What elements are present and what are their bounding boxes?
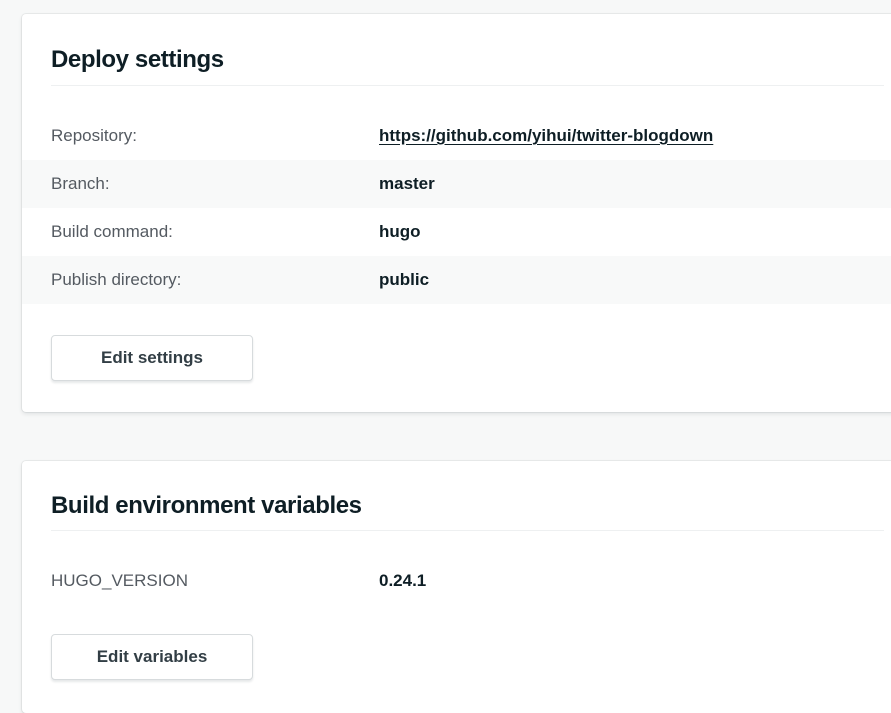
title-divider bbox=[51, 530, 884, 531]
repository-link[interactable]: https://github.com/yihui/twitter-blogdow… bbox=[379, 126, 713, 146]
branch-value: master bbox=[379, 174, 435, 193]
build-environment-card: Build environment variables HUGO_VERSION… bbox=[22, 461, 891, 713]
edit-variables-button[interactable]: Edit variables bbox=[51, 634, 253, 680]
edit-settings-button[interactable]: Edit settings bbox=[51, 335, 253, 381]
deploy-settings-title: Deploy settings bbox=[51, 46, 224, 73]
deploy-settings-card: Deploy settings Repository: https://gith… bbox=[22, 14, 891, 412]
setting-row-branch: Branch: master bbox=[22, 160, 891, 208]
build-environment-title: Build environment variables bbox=[51, 492, 362, 519]
build-command-value: hugo bbox=[379, 222, 421, 241]
env-variable-value: 0.24.1 bbox=[379, 571, 427, 590]
build-command-label: Build command: bbox=[51, 222, 173, 241]
setting-row-build-command: Build command: hugo bbox=[22, 208, 891, 256]
setting-row-repository: Repository: https://github.com/yihui/twi… bbox=[22, 112, 891, 160]
env-variable-name: HUGO_VERSION bbox=[51, 571, 188, 590]
title-divider bbox=[51, 85, 884, 86]
publish-directory-label: Publish directory: bbox=[51, 270, 182, 289]
publish-directory-value: public bbox=[379, 270, 430, 289]
branch-label: Branch: bbox=[51, 174, 110, 193]
setting-row-publish-directory: Publish directory: public bbox=[22, 256, 891, 304]
env-variable-row: HUGO_VERSION 0.24.1 bbox=[22, 557, 891, 605]
repository-label: Repository: bbox=[51, 126, 137, 145]
